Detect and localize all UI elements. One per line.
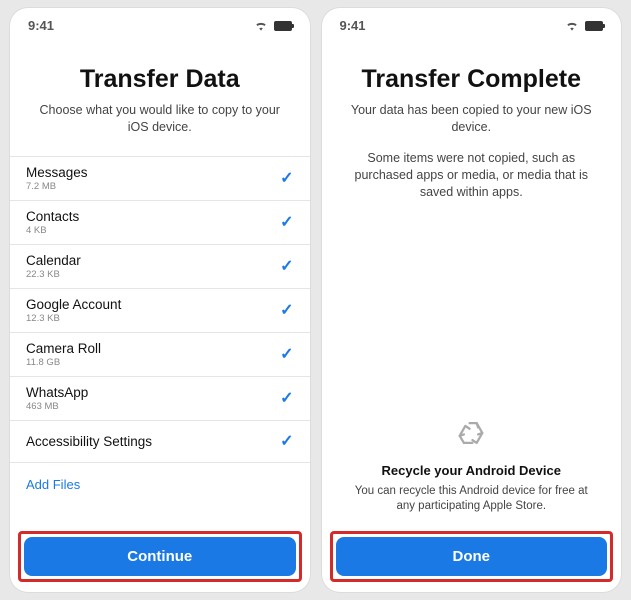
check-icon: ✓ — [280, 256, 293, 276]
item-label: Contacts — [26, 209, 79, 224]
item-size: 12.3 KB — [26, 313, 121, 324]
transfer-list: Messages 7.2 MB ✓ Contacts 4 KB ✓ Calend… — [10, 156, 310, 525]
list-item[interactable]: Camera Roll 11.8 GB ✓ — [10, 333, 310, 377]
item-size: 4 KB — [26, 225, 79, 236]
status-time: 9:41 — [340, 18, 366, 33]
recycle-icon — [342, 416, 602, 455]
button-highlight: Done — [330, 531, 614, 582]
status-icons — [565, 19, 603, 33]
status-time: 9:41 — [28, 18, 54, 33]
phone-transfer-complete: 9:41 Transfer Complete Your data has bee… — [322, 8, 622, 592]
wifi-icon — [254, 19, 268, 33]
footer: Done — [322, 525, 622, 592]
page-title: Transfer Data — [30, 65, 290, 94]
right-content: Transfer Complete Your data has been cop… — [322, 37, 622, 592]
item-size: 463 MB — [26, 401, 88, 412]
list-item[interactable]: Accessibility Settings ✓ — [10, 421, 310, 463]
item-label: Calendar — [26, 253, 81, 268]
list-item[interactable]: Google Account 12.3 KB ✓ — [10, 289, 310, 333]
item-label: Camera Roll — [26, 341, 101, 356]
status-icons — [254, 19, 292, 33]
recycle-title: Recycle your Android Device — [342, 463, 602, 478]
item-label: Google Account — [26, 297, 121, 312]
page-subtitle-2: Some items were not copied, such as purc… — [322, 150, 622, 201]
page-title: Transfer Complete — [342, 65, 602, 94]
battery-icon — [585, 21, 603, 31]
recycle-block: Recycle your Android Device You can recy… — [322, 416, 622, 525]
list-item[interactable]: Calendar 22.3 KB ✓ — [10, 245, 310, 289]
wifi-icon — [565, 19, 579, 33]
check-icon: ✓ — [280, 168, 293, 188]
list-item[interactable]: Contacts 4 KB ✓ — [10, 201, 310, 245]
status-bar: 9:41 — [10, 8, 310, 37]
footer: Continue — [10, 525, 310, 592]
item-label: WhatsApp — [26, 385, 88, 400]
battery-icon — [274, 21, 292, 31]
item-size: 22.3 KB — [26, 269, 81, 280]
item-size: 11.8 GB — [26, 357, 101, 368]
status-bar: 9:41 — [322, 8, 622, 37]
check-icon: ✓ — [280, 300, 293, 320]
check-icon: ✓ — [280, 344, 293, 364]
list-item[interactable]: WhatsApp 463 MB ✓ — [10, 377, 310, 421]
recycle-text: You can recycle this Android device for … — [342, 484, 602, 515]
phone-transfer-data: 9:41 Transfer Data Choose what you would… — [10, 8, 310, 592]
item-size: 7.2 MB — [26, 181, 88, 192]
page-subtitle: Your data has been copied to your new iO… — [322, 102, 622, 136]
spacer — [322, 200, 622, 416]
check-icon: ✓ — [280, 212, 293, 232]
done-button[interactable]: Done — [336, 537, 608, 576]
check-icon: ✓ — [280, 388, 293, 408]
button-highlight: Continue — [18, 531, 302, 582]
list-item[interactable]: Messages 7.2 MB ✓ — [10, 157, 310, 201]
check-icon: ✓ — [280, 431, 293, 451]
item-label: Messages — [26, 165, 88, 180]
item-label: Accessibility Settings — [26, 434, 152, 449]
continue-button[interactable]: Continue — [24, 537, 296, 576]
page-subtitle: Choose what you would like to copy to yo… — [10, 102, 310, 136]
add-files-link[interactable]: Add Files — [10, 463, 310, 502]
left-content: Transfer Data Choose what you would like… — [10, 37, 310, 592]
